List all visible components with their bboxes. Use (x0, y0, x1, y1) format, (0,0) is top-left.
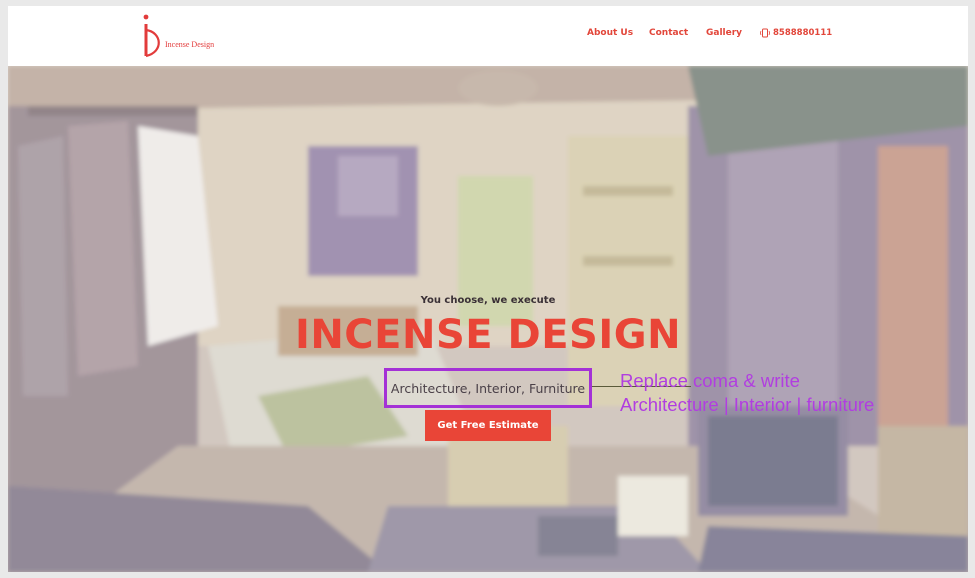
nav-gallery[interactable]: Gallery (706, 28, 742, 38)
nav-contact[interactable]: Contact (649, 28, 688, 38)
logo[interactable]: Incense Design (138, 12, 228, 62)
annotation-highlight-box (384, 368, 592, 408)
hero-title: INCENSE DESIGN (294, 312, 682, 358)
hero-tagline: You choose, we execute (420, 295, 556, 306)
phone-icon (760, 28, 770, 38)
annotation-note: Replace coma & write Architecture | Inte… (620, 369, 874, 417)
phone-number: 8588880111 (773, 28, 833, 38)
logo-text: Incense Design (165, 40, 215, 49)
get-free-estimate-button[interactable]: Get Free Estimate (425, 410, 551, 441)
page: Incense Design About Us Contact Gallery … (8, 6, 968, 572)
logo-mark-icon (143, 14, 160, 58)
phone-link[interactable]: 8588880111 (760, 28, 832, 38)
annotation-line-2: Architecture | Interior | furniture (620, 394, 875, 415)
nav-about-us[interactable]: About Us (587, 28, 633, 38)
site-header: Incense Design About Us Contact Gallery … (8, 6, 968, 66)
hero-section: You choose, we execute INCENSE DESIGN Ar… (8, 66, 968, 572)
annotation-line-1: Replace coma & write (620, 370, 800, 391)
